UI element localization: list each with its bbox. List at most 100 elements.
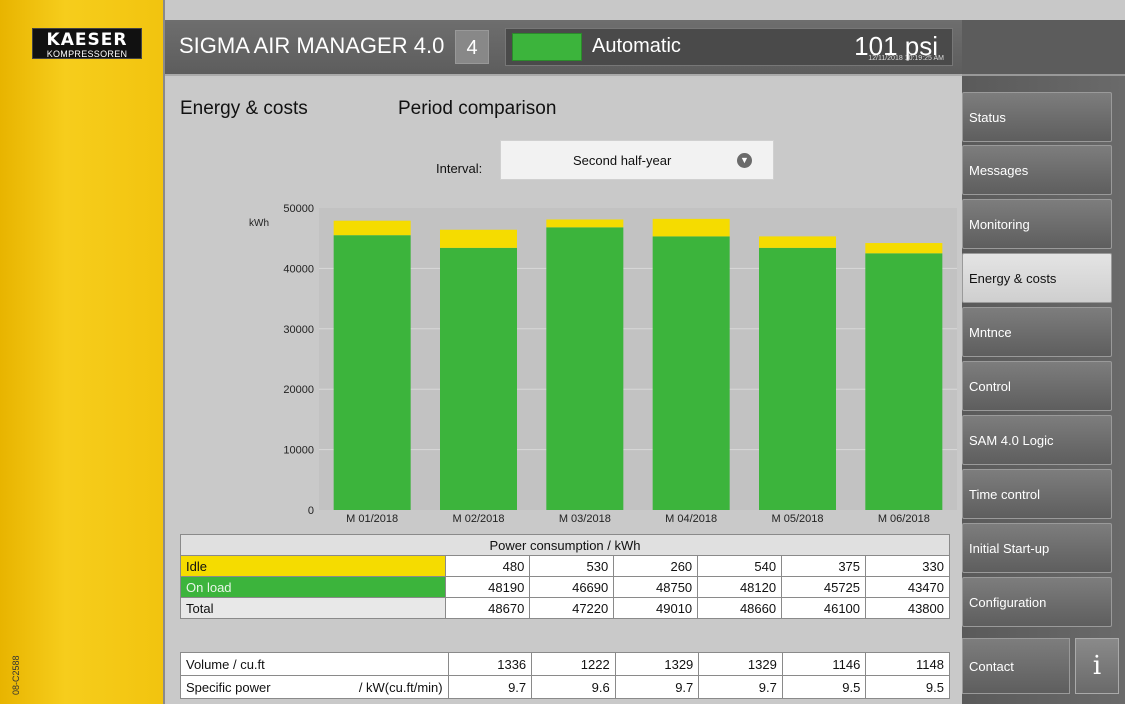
table-cell: 48670 (445, 597, 531, 619)
table-cell: 330 (865, 555, 950, 577)
table-cell: 260 (613, 555, 699, 577)
nav-time-control[interactable]: Time control (962, 469, 1112, 519)
table-cell: 43800 (865, 597, 950, 619)
nav-label: Messages (969, 162, 1029, 178)
y-tick-label: 10000 (283, 445, 314, 457)
row-label: Total (179, 597, 447, 619)
table-row: On load 48190 46690 48750 48120 45725 43… (179, 576, 950, 598)
info-icon[interactable]: i (1075, 638, 1119, 694)
table-cell: 1329 (614, 652, 700, 676)
table-cell: 9.5 (865, 675, 950, 699)
bar-on-load (546, 227, 624, 510)
y-tick-label: 50000 (283, 203, 314, 215)
logo-subword: KOMPRESSOREN (46, 49, 128, 59)
y-tick-label: 20000 (283, 384, 314, 396)
logo-word: KAESER (46, 30, 128, 50)
row-label: Idle (179, 555, 447, 577)
table-cell: 1336 (447, 652, 533, 676)
contact-button[interactable]: Contact (962, 638, 1070, 694)
x-tick-label: M 03/2018 (559, 513, 611, 525)
x-tick-label: M 02/2018 (453, 513, 505, 525)
table-cell: 48190 (445, 576, 531, 598)
nav-initial-startup[interactable]: Initial Start-up (962, 523, 1112, 573)
main-content: Energy & costs Period comparison Interva… (167, 78, 962, 704)
table-row: Total 48670 47220 49010 48660 46100 4380… (179, 597, 950, 619)
bar-on-load (652, 236, 730, 510)
y-axis-label: kWh (249, 218, 269, 229)
table-row: Idle 480 530 260 540 375 330 (179, 555, 950, 577)
contact-label: Contact (969, 658, 1014, 674)
nav-configuration[interactable]: Configuration (962, 577, 1112, 627)
nav-monitoring[interactable]: Monitoring (962, 199, 1112, 249)
row-unit: / kW(cu.ft/min) (358, 679, 443, 695)
datetime: 12/11/2018 10:19:25 AM (868, 55, 944, 62)
table-cell: 480 (445, 555, 531, 577)
table-header: Power consumption / kWh (180, 534, 950, 556)
bar-on-load (759, 247, 836, 510)
table-cell: 1146 (781, 652, 867, 676)
chart-svg: 0 10000 20000 30000 40000 50000 kWh M 01/2018 M … (249, 203, 957, 525)
table-cell: 9.7 (447, 675, 533, 699)
nav-maintenance[interactable]: Mntnce (962, 307, 1112, 357)
power-consumption-table: Power consumption / kWh Idle 480 530 260… (179, 534, 950, 619)
bar-idle (865, 243, 943, 254)
y-tick-label: 0 (308, 505, 314, 517)
table-cell: 45725 (781, 576, 867, 598)
table-cell: 530 (529, 555, 615, 577)
volume-table: Volume / cu.ft 1336 1222 1329 1329 1146 … (180, 652, 950, 699)
nav-messages[interactable]: Messages (962, 145, 1112, 195)
table-cell: 9.7 (614, 675, 700, 699)
sam-screen: KAESER KOMPRESSOREN 08-C2588 SIGMA AIR M… (0, 0, 1125, 704)
table-cell: 540 (697, 555, 783, 577)
nav-label: Monitoring (969, 216, 1030, 232)
table-cell: 9.7 (698, 675, 783, 699)
table-cell: 1329 (698, 652, 783, 676)
x-tick-label: M 05/2018 (772, 513, 824, 525)
chevron-down-icon: ▼ (737, 153, 752, 168)
nav-control[interactable]: Control (962, 361, 1112, 411)
right-nav: Status Messages Monitoring Energy & cost… (962, 20, 1125, 704)
table-cell: 9.6 (531, 675, 616, 699)
bar-idle (546, 219, 624, 228)
table-cell: 48120 (697, 576, 783, 598)
table-cell: 375 (781, 555, 867, 577)
table-cell: 43470 (865, 576, 950, 598)
status-panel: Automatic 101 psi 12/11/2018 10:19:25 AM (505, 28, 953, 66)
plot-area (319, 208, 957, 510)
interval-label: Interval: (436, 161, 483, 176)
x-tick-label: M 01/2018 (346, 513, 398, 525)
table-cell: 9.5 (781, 675, 867, 699)
bar-idle (440, 229, 517, 248)
nav-label: Time control (969, 486, 1041, 502)
nav-label: Status (969, 109, 1006, 125)
nav-energy-costs[interactable]: Energy & costs (962, 253, 1112, 303)
interval-dropdown[interactable]: Second half-year ▼ (500, 140, 774, 180)
x-tick-label: M 04/2018 (665, 513, 717, 525)
status-indicator (512, 33, 582, 61)
row-label-text: Specific power (186, 679, 271, 695)
table-header-row: Power consumption / kWh (180, 534, 950, 556)
nav-label: Energy & costs (969, 270, 1057, 286)
row-label: Volume / cu.ft (180, 652, 449, 676)
nav-sam-logic[interactable]: SAM 4.0 Logic (962, 415, 1112, 465)
table-cell: 1148 (865, 652, 950, 676)
left-sidebar: KAESER KOMPRESSOREN 08-C2588 (0, 0, 165, 704)
energy-chart: 0 10000 20000 30000 40000 50000 kWh M 01/2018 M … (167, 198, 962, 528)
bar-idle (333, 220, 411, 236)
nav-label: Configuration (969, 594, 1047, 610)
page-title: Energy & costs (180, 98, 308, 119)
label-split: Specific power / kW(cu.ft/min) (186, 680, 443, 695)
table-cell: 46100 (781, 597, 867, 619)
operating-mode: Automatic (592, 35, 681, 57)
table-cell: 47220 (529, 597, 615, 619)
station-number[interactable]: 4 (455, 30, 489, 64)
bar-on-load (440, 247, 517, 510)
nav-label: Initial Start-up (969, 540, 1050, 556)
nav-status[interactable]: Status (962, 92, 1112, 142)
bar-idle (652, 218, 730, 237)
row-label: Specific power / kW(cu.ft/min) (180, 675, 449, 699)
header-bar: SIGMA AIR MANAGER 4.0 4 Automatic 101 ps… (165, 20, 962, 76)
x-tick-label: M 06/2018 (878, 513, 930, 525)
interval-value: Second half-year (573, 153, 672, 168)
y-tick-label: 30000 (283, 324, 314, 336)
